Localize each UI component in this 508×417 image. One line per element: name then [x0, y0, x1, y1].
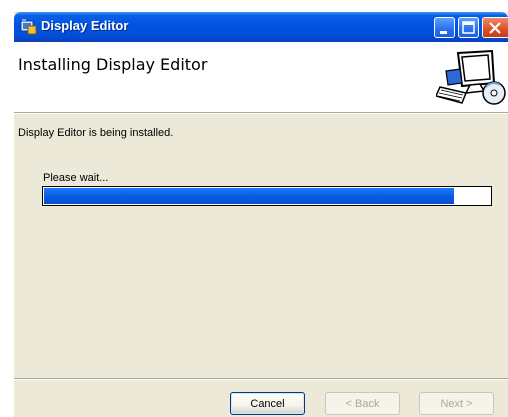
footer-divider — [14, 378, 508, 380]
computer-setup-icon — [434, 49, 506, 107]
header-panel: Installing Display Editor — [14, 42, 508, 113]
title-bar[interactable]: Display Editor — [14, 12, 508, 42]
minimize-icon — [440, 31, 447, 34]
back-button[interactable]: < Back — [325, 392, 400, 415]
window-title: Display Editor — [41, 18, 129, 33]
install-progress-bar — [42, 186, 492, 206]
maximize-icon — [462, 21, 475, 34]
cancel-button[interactable]: Cancel — [230, 392, 305, 415]
progress-fill — [44, 188, 454, 204]
installer-window: Display Editor Installing Display Editor — [14, 12, 508, 417]
page-title: Installing Display Editor — [18, 55, 208, 74]
next-button[interactable]: Next > — [419, 392, 494, 415]
close-button[interactable] — [482, 17, 508, 38]
installer-app-icon — [20, 18, 37, 35]
minimize-button[interactable] — [434, 17, 455, 38]
close-icon — [489, 22, 501, 34]
maximize-button[interactable] — [458, 17, 479, 38]
install-status-text: Display Editor is being installed. — [18, 127, 174, 139]
please-wait-text: Please wait... — [43, 172, 109, 184]
